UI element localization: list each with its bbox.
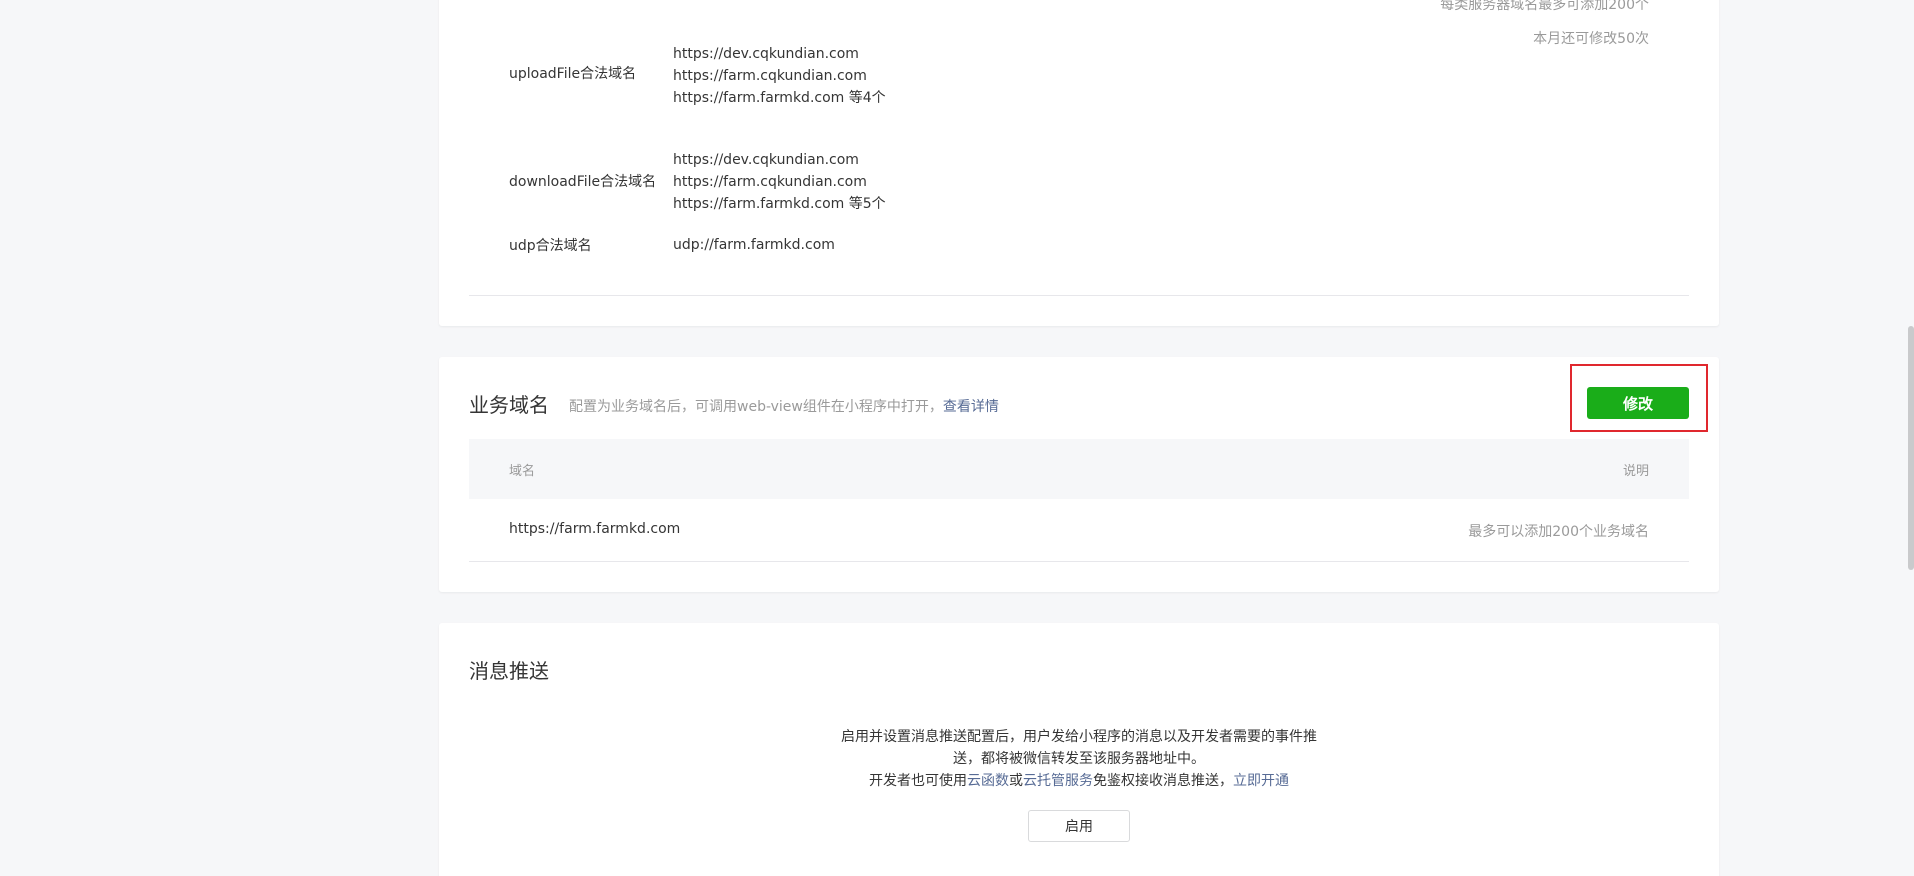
upload-file-domain: https://farm.farmkd.com 等4个 [673,90,886,106]
table-header: 域名 说明 [469,439,1689,499]
page: 每类服务器域名最多可添加200个 本月还可修改50次 uploadFile合法域… [0,0,1914,876]
download-file-domain: https://farm.cqkundian.com [673,174,867,190]
table-row: https://farm.farmkd.com 最多可以添加200个业务域名 [469,499,1689,562]
upload-file-label: uploadFile合法域名 [509,66,637,82]
udp-label: udp合法域名 [509,238,592,254]
divider [469,295,1689,296]
modify-button[interactable]: 修改 [1587,387,1689,419]
upload-file-domain: https://farm.cqkundian.com [673,68,867,84]
description-line: 送，都将被微信转发至该服务器地址中。 [953,751,1205,767]
message-push-description: 启用并设置消息推送配置后，用户发给小程序的消息以及开发者需要的事件推 送，都将被… [439,726,1719,792]
download-file-domain: https://farm.farmkd.com 等5个 [673,196,886,212]
udp-domain: udp://farm.farmkd.com [673,237,835,253]
download-file-values: https://dev.cqkundian.com https://farm.c… [673,149,886,215]
view-details-link[interactable]: 查看详情 [943,399,999,415]
activate-now-link[interactable]: 立即开通 [1233,773,1289,789]
download-file-label: downloadFile合法域名 [509,174,657,190]
udp-values: udp://farm.farmkd.com [673,234,835,256]
description-line: 启用并设置消息推送配置后，用户发给小程序的消息以及开发者需要的事件推 [841,729,1317,745]
description-text: 免鉴权接收消息推送， [1093,773,1233,789]
scrollbar[interactable] [1906,0,1914,876]
business-domain-description: 配置为业务域名后，可调用web-view组件在小程序中打开，查看详情 [569,396,999,416]
cloud-hosting-link[interactable]: 云托管服务 [1023,773,1093,789]
description-line: 开发者也可使用云函数或云托管服务免鉴权接收消息推送，立即开通 [439,770,1719,792]
cloud-function-link[interactable]: 云函数 [967,773,1009,789]
upload-file-values: https://dev.cqkundian.com https://farm.c… [673,43,886,109]
business-domain-value: https://farm.farmkd.com [509,521,681,537]
domain-limit-note: 每类服务器域名最多可添加200个 [1440,0,1649,13]
column-header-domain: 域名 [509,464,536,479]
server-domain-card: 每类服务器域名最多可添加200个 本月还可修改50次 uploadFile合法域… [439,0,1719,326]
monthly-modify-note: 本月还可修改50次 [1533,31,1649,47]
business-domain-card: 业务域名 配置为业务域名后，可调用web-view组件在小程序中打开，查看详情 … [439,357,1719,592]
business-domain-note: 最多可以添加200个业务域名 [1468,524,1649,540]
description-text: 或 [1009,773,1023,789]
description-text: 开发者也可使用 [869,773,967,789]
business-domain-title: 业务域名 [469,393,549,417]
business-domain-desc-text: 配置为业务域名后，可调用web-view组件在小程序中打开， [569,399,943,415]
scrollbar-thumb[interactable] [1908,326,1914,570]
message-push-card: 消息推送 启用并设置消息推送配置后，用户发给小程序的消息以及开发者需要的事件推 … [439,623,1719,876]
column-header-note: 说明 [1622,464,1649,479]
enable-button[interactable]: 启用 [1028,810,1130,842]
download-file-domain: https://dev.cqkundian.com [673,152,859,168]
message-push-title: 消息推送 [469,659,549,683]
upload-file-domain: https://dev.cqkundian.com [673,46,859,62]
